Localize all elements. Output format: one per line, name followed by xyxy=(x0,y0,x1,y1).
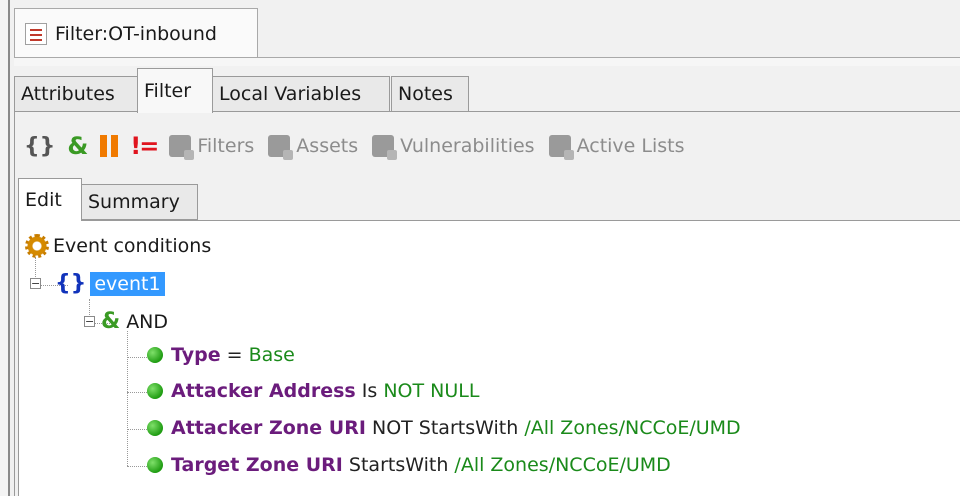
condition-field: Target Zone URI xyxy=(171,454,343,476)
tab-local-variables[interactable]: Local Variables xyxy=(212,76,390,112)
tree-connector xyxy=(127,331,128,466)
assets-label: Assets xyxy=(296,135,359,157)
condition-value: /All Zones/NCCoE/UMD xyxy=(454,454,671,476)
event-braces-icon: {} xyxy=(55,271,87,296)
condition-field: Attacker Address xyxy=(171,380,356,402)
condition-status-icon xyxy=(147,347,163,363)
condition-value: Base xyxy=(248,344,295,366)
collapse-icon[interactable]: − xyxy=(84,316,95,327)
tab-filter[interactable]: Filter xyxy=(137,68,213,113)
braces-icon: {} xyxy=(24,133,56,159)
condition-row[interactable]: Attacker Address Is NOT NULL xyxy=(147,380,479,402)
condition-operator: Is xyxy=(361,380,378,402)
condition-status-icon xyxy=(147,420,163,436)
tree-node-and[interactable]: − & AND xyxy=(84,309,168,334)
filters-label: Filters xyxy=(197,135,255,157)
window-left-border xyxy=(0,0,10,496)
collapse-icon[interactable]: − xyxy=(30,278,41,289)
tab-label: Edit xyxy=(25,189,62,211)
assets-button[interactable]: Assets xyxy=(268,135,359,160)
condition-toolbar: {} & != Filters Assets Vulnerabilities A… xyxy=(24,124,960,168)
tab-summary[interactable]: Summary xyxy=(81,184,198,220)
event-conditions-icon xyxy=(25,234,49,258)
condition-field: Attacker Zone URI xyxy=(171,417,366,439)
tree-root-label: Event conditions xyxy=(53,235,212,257)
filter-document-icon xyxy=(25,22,47,45)
tree-node-event[interactable]: − {} event1 xyxy=(30,271,165,296)
tree-connector xyxy=(127,466,149,467)
vulnerabilities-icon xyxy=(372,135,398,160)
condition-field: Type xyxy=(171,344,221,366)
tab-label: Filter xyxy=(144,80,192,102)
condition-row[interactable]: Type = Base xyxy=(147,344,295,366)
editor-tabbar: Attributes Filter Local Variables Notes xyxy=(14,68,960,113)
and-ampersand-icon: & xyxy=(101,309,121,334)
tab-attributes[interactable]: Attributes xyxy=(14,76,138,112)
vulnerabilities-button[interactable]: Vulnerabilities xyxy=(372,135,535,160)
condition-operator: = xyxy=(226,344,243,366)
add-not-button[interactable]: != xyxy=(130,132,159,160)
condition-operator: NOT StartsWith xyxy=(371,417,519,439)
vulnerabilities-label: Vulnerabilities xyxy=(400,135,535,157)
and-ampersand-icon: & xyxy=(67,132,89,160)
assets-icon xyxy=(268,135,294,160)
document-tab[interactable]: Filter:OT-inbound xyxy=(14,8,258,58)
add-or-button[interactable] xyxy=(100,135,119,157)
tree-connector xyxy=(127,392,149,393)
tree-root[interactable]: Event conditions xyxy=(25,234,211,258)
and-label: AND xyxy=(126,310,169,333)
tab-label: Local Variables xyxy=(219,83,362,105)
add-event-button[interactable]: {} xyxy=(24,134,55,159)
condition-row[interactable]: Target Zone URI StartsWith /All Zones/NC… xyxy=(147,454,671,476)
tree-connector xyxy=(127,357,149,358)
condition-row[interactable]: Attacker Zone URI NOT StartsWith /All Zo… xyxy=(147,417,741,439)
or-bars-icon xyxy=(100,135,119,157)
document-title: Filter:OT-inbound xyxy=(55,22,217,45)
tab-edit[interactable]: Edit xyxy=(18,178,82,221)
tab-label: Summary xyxy=(88,191,180,213)
active-lists-label: Active Lists xyxy=(576,135,685,157)
condition-tree: Event conditions − {} event1 − & AND Typ… xyxy=(18,221,960,496)
editor-subtabs: Edit Summary xyxy=(18,178,218,221)
add-and-button[interactable]: & xyxy=(67,132,88,160)
filters-button[interactable]: Filters xyxy=(169,135,255,160)
panel-left-border xyxy=(14,111,15,496)
tab-notes[interactable]: Notes xyxy=(391,76,469,112)
active-lists-icon xyxy=(548,135,574,160)
filters-icon xyxy=(169,135,195,160)
active-lists-button[interactable]: Active Lists xyxy=(548,135,685,160)
event-label: event1 xyxy=(90,271,165,296)
condition-status-icon xyxy=(147,383,163,399)
tab-strip-divider xyxy=(14,57,960,66)
tab-label: Attributes xyxy=(21,83,115,105)
condition-value: /All Zones/NCCoE/UMD xyxy=(524,417,741,439)
tree-connector xyxy=(127,429,149,430)
condition-value: NOT NULL xyxy=(383,380,480,402)
tab-label: Notes xyxy=(398,83,453,105)
condition-operator: StartsWith xyxy=(348,454,449,476)
condition-status-icon xyxy=(147,457,163,473)
not-equal-icon: != xyxy=(130,132,159,160)
